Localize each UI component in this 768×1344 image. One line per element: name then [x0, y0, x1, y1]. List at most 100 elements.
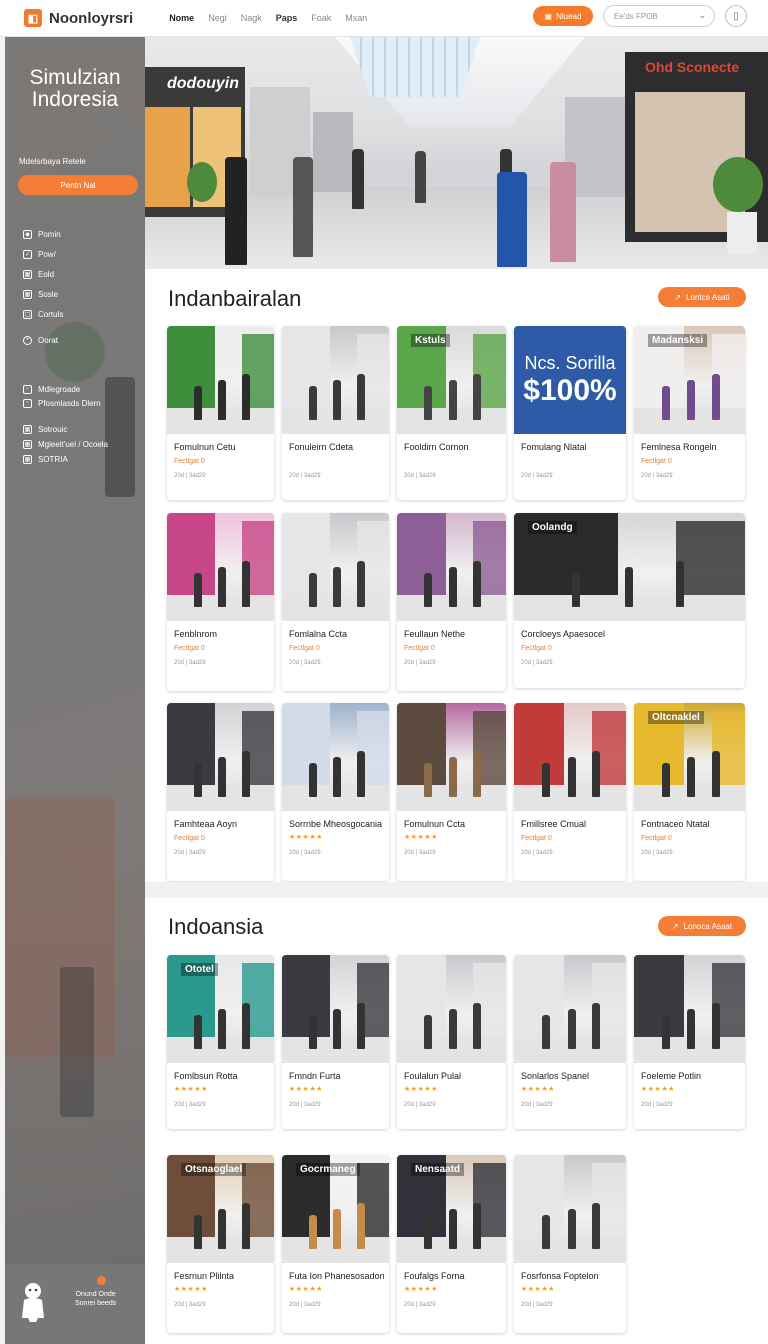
rating-stars: ★★★★★ — [289, 1086, 323, 1093]
store-card-image[interactable]: Kstuls — [397, 326, 506, 434]
sidebar-item-4[interactable]: ▦ Sosle — [23, 284, 63, 304]
store-card-title[interactable]: Feullaun Nethe — [404, 629, 465, 639]
store-card-image[interactable] — [167, 513, 274, 621]
store-card[interactable]: Nensaatd Foufalgs Forna ★★★★★ 20d | 3ad29 — [397, 1155, 506, 1333]
store-card[interactable]: Feullaun Nethe Fectlgat 0 20d | 3ad29 — [397, 513, 506, 691]
section2-more-button[interactable]: ↗ Lonoca Asaat — [658, 916, 746, 936]
store-card-title[interactable]: Fomulnun Ccta — [404, 819, 465, 829]
store-card[interactable]: Fenblnrom Fectlgat 0 20d | 3ad29 — [167, 513, 274, 691]
user-account-icon[interactable]: ▯ — [725, 5, 747, 27]
top-cta-button[interactable]: ▣ Nluead — [533, 6, 593, 26]
store-card-title[interactable]: Fomlbsun Rotta — [174, 1071, 238, 1081]
store-card-image[interactable]: Otsnaoglael — [167, 1155, 274, 1263]
sidebar-item-5[interactable]: ▢ Cortuls — [23, 304, 63, 324]
section1-more-button[interactable]: ↗ Lontce Asati — [658, 287, 746, 307]
store-card[interactable]: Sonlarlos Spanel ★★★★★ 20d | 3ad29 — [514, 955, 626, 1129]
nav-item-home[interactable]: Nome — [169, 13, 194, 23]
store-card-image[interactable] — [282, 513, 389, 621]
store-card-title[interactable]: Fonuleirn Cdeta — [289, 442, 353, 452]
store-card-title[interactable]: Fesrnun Plilnta — [174, 1271, 234, 1281]
sidebar-item-group3-1[interactable]: ▦ Sotrouic — [23, 422, 108, 437]
store-card[interactable]: Oltcnaklel Fontnaceo Ntatal Fectlgat 0 20d … — [634, 703, 745, 881]
store-card-title[interactable]: Fomulnun Cetu — [174, 442, 236, 452]
nav-item-6[interactable]: Mxan — [345, 13, 367, 23]
sidebar-primary-button[interactable]: Pentn Nal — [18, 175, 138, 195]
store-card[interactable]: Ncs. Sorilla $100% Fomulang Nlatal 20d | 3a… — [514, 326, 626, 500]
store-card-image[interactable] — [397, 955, 506, 1063]
store-card-title[interactable]: Fenblnrom — [174, 629, 217, 639]
store-card-image[interactable]: Oolandg — [514, 513, 745, 621]
store-card-title[interactable]: Fmillsree Cmual — [521, 819, 586, 829]
promo-banner[interactable]: Ncs. Sorilla $100% — [514, 326, 626, 434]
store-card-image[interactable] — [282, 955, 389, 1063]
store-card-image[interactable] — [514, 1155, 626, 1263]
nav-item-4[interactable]: Paps — [276, 13, 298, 23]
sidebar-item-group3-3[interactable]: ▦ SOTRIA — [23, 452, 108, 467]
shopper-figure — [675, 561, 684, 607]
store-card-title[interactable]: Famhteaa Aoyn — [174, 819, 237, 829]
store-card-image[interactable] — [397, 513, 506, 621]
sidebar-item-2[interactable]: ✓ Pow/ — [23, 244, 63, 264]
store-card-title[interactable]: Sorrnbe Mheosgocania — [289, 819, 382, 829]
store-card-image[interactable] — [514, 703, 626, 811]
store-card[interactable]: Fomulnun Cetu Fectlgat 0 20d | 3ad29 — [167, 326, 274, 500]
store-card[interactable]: Madansksi Femlnesa Rongeln Fectlgat 0 20d |… — [634, 326, 745, 500]
store-card[interactable]: Oolandg Corcloeys Apaesocel Fectlgat 0 20d … — [514, 513, 745, 688]
sidebar-item-1[interactable]: ◆ Pomin — [23, 224, 63, 244]
store-card[interactable]: Fosrfonsa Foptelon ★★★★★ 20d | 3ad29 — [514, 1155, 626, 1333]
nav-item-3[interactable]: Nagk — [241, 13, 262, 23]
store-card[interactable]: Fonuleirn Cdeta 20d | 3ad29 — [282, 326, 389, 500]
store-card[interactable]: Fomulnun Ccta ★★★★★ 20d | 3ad29 — [397, 703, 506, 881]
store-card-title[interactable]: Foeleme Potlin — [641, 1071, 701, 1081]
store-card-image[interactable] — [282, 326, 389, 434]
store-card-title[interactable]: Fooldirn Cornon — [404, 442, 469, 452]
store-card-title[interactable]: Foufalgs Forna — [404, 1271, 465, 1281]
search-input[interactable]: Ee'ds FPOB ⌄ — [603, 5, 715, 27]
hero-store-sign-left: dodouyin — [167, 75, 239, 92]
store-card[interactable]: Fmillsree Cmual Fectlgat 0 20d | 3ad29 — [514, 703, 626, 881]
store-card-image[interactable]: Gocrmaneg — [282, 1155, 389, 1263]
store-card-image[interactable]: Ncs. Sorilla $100% — [514, 326, 626, 434]
store-card[interactable]: Otsnaoglael Fesrnun Plilnta ★★★★★ 20d | 3ad… — [167, 1155, 274, 1333]
store-card-image[interactable]: Oltcnaklel — [634, 703, 745, 811]
store-card-title[interactable]: Fosrfonsa Foptelon — [521, 1271, 599, 1281]
chevron-down-icon[interactable]: ⌄ — [698, 10, 706, 21]
store-card-title[interactable]: Fomulang Nlatal — [521, 442, 587, 452]
store-card-image[interactable] — [282, 703, 389, 811]
store-card-title[interactable]: Sonlarlos Spanel — [521, 1071, 589, 1081]
store-card-title[interactable]: Fmndn Furta — [289, 1071, 341, 1081]
store-card[interactable]: Foulalun Pulal ★★★★★ 20d | 3ad29 — [397, 955, 506, 1129]
store-card[interactable]: Ototel Fomlbsun Rotta ★★★★★ 20d | 3ad29 — [167, 955, 274, 1129]
brand-logo-icon[interactable]: ◧ — [24, 9, 42, 27]
sidebar-item-group3-2[interactable]: ▦ Mgleelt'uel / Ocoela — [23, 437, 108, 452]
store-card-image[interactable] — [397, 703, 506, 811]
sidebar-item-contact[interactable]: • Oorat — [23, 330, 63, 350]
store-card-title[interactable]: Fomlalna Ccta — [289, 629, 347, 639]
store-card-title[interactable]: Futa Ion Phanesosadon — [289, 1271, 385, 1281]
store-card[interactable]: Foeleme Potlin ★★★★★ 20d | 3ad29 — [634, 955, 745, 1129]
store-card-image[interactable] — [634, 955, 745, 1063]
store-card-title[interactable]: Foulalun Pulal — [404, 1071, 461, 1081]
nav-item-5[interactable]: Foak — [311, 13, 331, 23]
store-card[interactable]: Kstuls Fooldirn Cornon 20d | 3ad29 — [397, 326, 506, 500]
store-card-image[interactable] — [167, 703, 274, 811]
store-card[interactable]: Gocrmaneg Futa Ion Phanesosadon ★★★★★ 20d |… — [282, 1155, 389, 1333]
store-card-image[interactable] — [514, 955, 626, 1063]
store-card-title[interactable]: Femlnesa Rongeln — [641, 442, 717, 452]
sidebar-item-group2-2[interactable]: ▫ Pfosmlasds Dlern — [23, 396, 101, 410]
store-card-title[interactable]: Fontnaceo Ntatal — [641, 819, 710, 829]
store-card[interactable]: Sorrnbe Mheosgocania ★★★★★ 20d | 3ad29 — [282, 703, 389, 881]
store-card-image[interactable]: Ototel — [167, 955, 274, 1063]
store-card-image[interactable]: Madansksi — [634, 326, 745, 434]
store-card-image[interactable]: Nensaatd — [397, 1155, 506, 1263]
store-card[interactable]: Fomlalna Ccta Fectlgat 0 20d | 3ad29 — [282, 513, 389, 691]
store-card-image[interactable] — [167, 326, 274, 434]
store-card-title[interactable]: Corcloeys Apaesocel — [521, 629, 605, 639]
store-card[interactable]: Fmndn Furta ★★★★★ 20d | 3ad29 — [282, 955, 389, 1129]
nav-item-2[interactable]: Negi — [208, 13, 227, 23]
sidebar-item-3[interactable]: ▦ Eold — [23, 264, 63, 284]
store-card[interactable]: Famhteaa Aoyn Fectlgat 0 20d | 3ad29 — [167, 703, 274, 881]
brand-name[interactable]: Noonloyrsri — [49, 10, 133, 27]
shopper-figure — [473, 561, 482, 607]
sidebar-item-group2-1[interactable]: ▫ Mdlegroade — [23, 382, 101, 396]
